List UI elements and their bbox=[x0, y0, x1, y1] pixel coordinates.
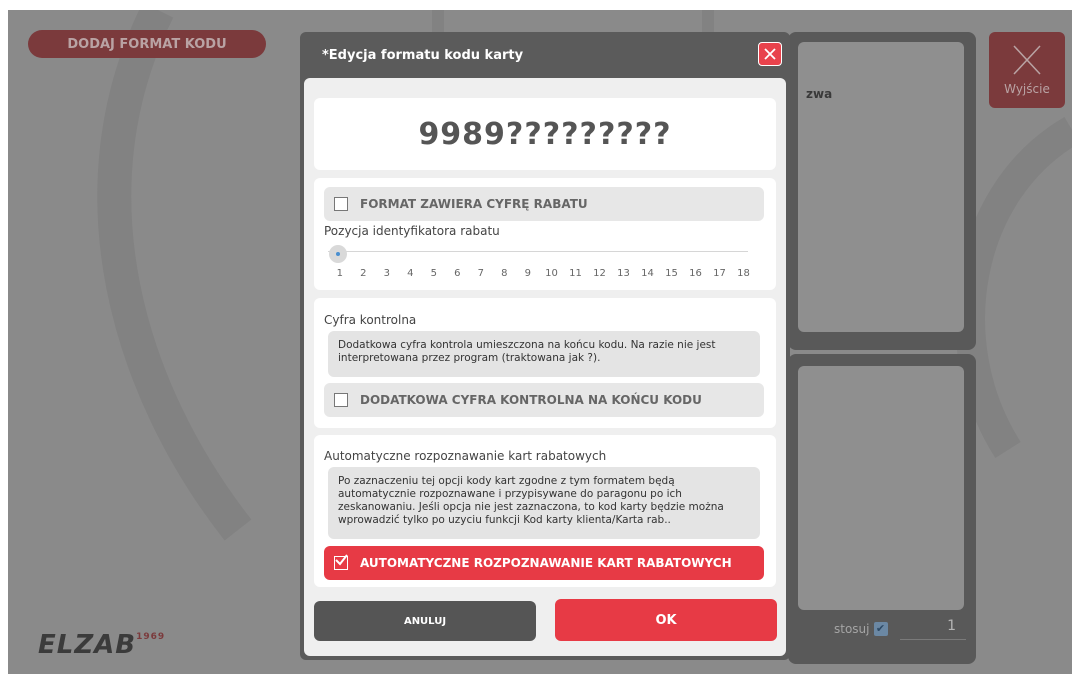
slider-tick-8[interactable]: 8 bbox=[493, 268, 517, 279]
slider-tick-16[interactable]: 16 bbox=[684, 268, 708, 279]
slider-tick-3[interactable]: 3 bbox=[375, 268, 399, 279]
exit-button[interactable]: Wyjście bbox=[989, 32, 1065, 108]
cancel-button[interactable]: ANULUJ bbox=[314, 601, 536, 641]
code-format-display[interactable]: 9989????????? bbox=[314, 98, 776, 170]
discount-position-slider-track[interactable] bbox=[328, 251, 748, 252]
slider-tick-labels: 1 2 3 4 5 6 7 8 9 10 11 12 13 14 15 16 17 18 bbox=[328, 268, 758, 279]
checkmark-icon bbox=[335, 554, 348, 566]
format-list-area: zwa bbox=[798, 42, 964, 332]
auto-recognition-note: Po zaznaczeniu tej opcji kody kart zgodn… bbox=[328, 467, 760, 539]
elzab-logo: ELZAB1969 bbox=[38, 630, 165, 660]
discount-digit-section: FORMAT ZAWIERA CYFRĘ RABATU Pozycja iden… bbox=[314, 178, 776, 290]
slider-tick-5[interactable]: 5 bbox=[422, 268, 446, 279]
details-panel: stosuj ✔ 1 bbox=[788, 354, 976, 664]
auto-recognition-section: Automatyczne rozpoznawanie kart rabatowy… bbox=[314, 435, 776, 587]
column-header-name: zwa bbox=[806, 87, 833, 101]
discount-position-label: Pozycja identyfikatora rabatu bbox=[324, 224, 500, 238]
discount-position-slider-handle[interactable] bbox=[329, 245, 347, 263]
check-digit-title: Cyfra kontrolna bbox=[324, 313, 417, 327]
auto-recognition-checkbox-label: AUTOMATYCZNE ROZPOZNAWANIE KART RABATOWY… bbox=[360, 556, 732, 570]
slider-tick-18[interactable]: 18 bbox=[732, 268, 756, 279]
apply-label: stosuj bbox=[834, 622, 870, 636]
auto-recognition-checkbox-row[interactable]: AUTOMATYCZNE ROZPOZNAWANIE KART RABATOWY… bbox=[324, 546, 764, 580]
logo-text: ELZAB bbox=[38, 630, 137, 660]
slider-tick-2[interactable]: 2 bbox=[352, 268, 376, 279]
slider-tick-17[interactable]: 17 bbox=[708, 268, 732, 279]
format-list-panel: zwa bbox=[788, 32, 976, 350]
slider-dot-icon bbox=[336, 252, 340, 256]
slider-tick-15[interactable]: 15 bbox=[660, 268, 684, 279]
slider-tick-6[interactable]: 6 bbox=[446, 268, 470, 279]
checkbox-checked-icon[interactable] bbox=[334, 554, 348, 570]
dialog-body: 9989????????? FORMAT ZAWIERA CYFRĘ RABAT… bbox=[304, 78, 786, 656]
close-icon bbox=[764, 48, 776, 60]
checkbox-unchecked-icon[interactable] bbox=[334, 393, 348, 407]
checkbox-unchecked-icon[interactable] bbox=[334, 197, 348, 211]
slider-tick-13[interactable]: 13 bbox=[612, 268, 636, 279]
apply-toggle[interactable]: stosuj ✔ bbox=[834, 622, 888, 636]
check-digit-section: Cyfra kontrolna Dodatkowa cyfra kontrola… bbox=[314, 298, 776, 428]
close-icon bbox=[1013, 45, 1041, 75]
details-area bbox=[798, 366, 964, 610]
slider-tick-14[interactable]: 14 bbox=[636, 268, 660, 279]
check-digit-checkbox-row[interactable]: DODATKOWA CYFRA KONTROLNA NA KOŃCU KODU bbox=[324, 383, 764, 417]
apply-checkbox[interactable]: ✔ bbox=[873, 622, 888, 636]
exit-label: Wyjście bbox=[1004, 82, 1050, 96]
check-digit-checkbox-label: DODATKOWA CYFRA KONTROLNA NA KOŃCU KODU bbox=[360, 393, 702, 407]
code-format-text: 9989????????? bbox=[418, 116, 672, 152]
slider-tick-11[interactable]: 11 bbox=[564, 268, 588, 279]
slider-tick-12[interactable]: 12 bbox=[588, 268, 612, 279]
slider-tick-10[interactable]: 10 bbox=[540, 268, 564, 279]
slider-tick-7[interactable]: 7 bbox=[469, 268, 493, 279]
dialog-title: *Edycja formatu kodu karty bbox=[322, 48, 524, 63]
slider-tick-9[interactable]: 9 bbox=[516, 268, 540, 279]
logo-year: 1969 bbox=[136, 632, 166, 642]
slider-tick-1[interactable]: 1 bbox=[328, 268, 352, 279]
ok-button[interactable]: OK bbox=[555, 599, 777, 641]
discount-digit-checkbox-label: FORMAT ZAWIERA CYFRĘ RABATU bbox=[360, 197, 588, 211]
check-digit-note: Dodatkowa cyfra kontrola umieszczona na … bbox=[328, 331, 760, 377]
discount-digit-checkbox-row[interactable]: FORMAT ZAWIERA CYFRĘ RABATU bbox=[324, 187, 764, 221]
add-code-format-button[interactable]: DODAJ FORMAT KODU bbox=[28, 30, 266, 58]
auto-recognition-title: Automatyczne rozpoznawanie kart rabatowy… bbox=[324, 449, 607, 463]
slider-tick-4[interactable]: 4 bbox=[399, 268, 423, 279]
edit-card-format-dialog: *Edycja formatu kodu karty 9989?????????… bbox=[300, 32, 790, 660]
apply-number-field[interactable]: 1 bbox=[900, 618, 966, 640]
dialog-header: *Edycja formatu kodu karty bbox=[300, 32, 790, 76]
dialog-close-button[interactable] bbox=[758, 42, 782, 66]
